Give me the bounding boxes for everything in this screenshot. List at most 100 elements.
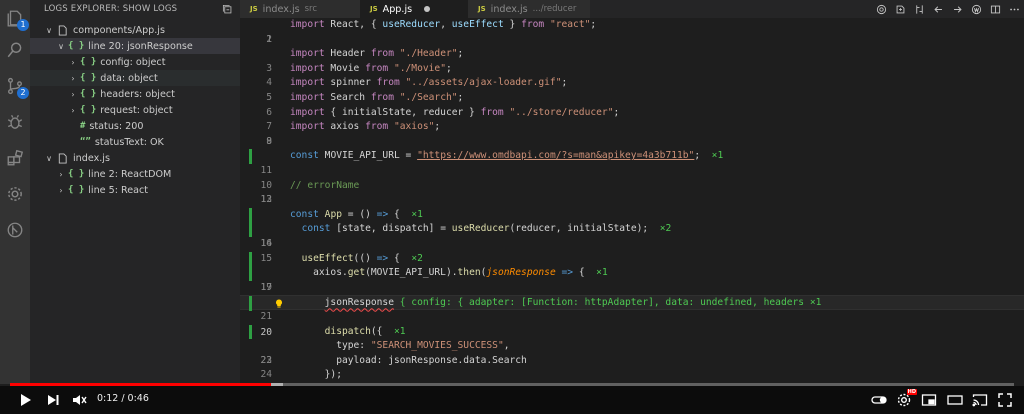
play-icon[interactable] (16, 391, 34, 409)
split-editor-icon[interactable] (986, 0, 1005, 18)
video-controls: 0:12/0:46 HD (0, 386, 1024, 414)
tree-item-label: components/App.js (73, 24, 165, 36)
tree-item-label: line 2: ReactDOM (88, 168, 172, 180)
arrow-right-icon[interactable] (948, 0, 967, 18)
fullscreen-icon[interactable] (996, 391, 1014, 409)
file-icon (58, 24, 67, 36)
tab-label: index.js (490, 3, 528, 15)
tree-item[interactable]: ∨ index.js (30, 150, 240, 166)
mute-icon[interactable] (70, 391, 88, 409)
braces-icon: { } (68, 41, 85, 51)
settings-gear-icon[interactable]: HD (895, 389, 917, 409)
tree-item-label: statusText: OK (94, 136, 164, 148)
explorer-badge: 1 (17, 19, 29, 31)
code-line: 17 useEffect(() => { ×2 (240, 251, 1024, 293)
chevron-right-icon[interactable]: › (68, 74, 78, 83)
tree-item[interactable]: ›{ } headers: object (30, 86, 240, 102)
gutter-coverage-marker (249, 251, 252, 267)
gutter-coverage-marker (249, 149, 252, 164)
tree-item-label: headers: object (100, 88, 175, 100)
tree-item[interactable]: ∨ components/App.js (30, 22, 240, 38)
tree-item-label: request: object (100, 104, 173, 116)
code-line: 13 (260, 194, 272, 206)
next-icon[interactable] (44, 391, 62, 409)
tab-path: .../reducer (532, 4, 577, 14)
hd-badge: HD (906, 389, 917, 395)
source-control-badge: 2 (17, 87, 29, 99)
tree-item[interactable]: ›{ } request: object (30, 102, 240, 118)
tree-item[interactable]: “” statusText: OK (30, 134, 240, 150)
chevron-down-icon[interactable]: ∨ (44, 26, 54, 35)
code-line: 25 }); (260, 369, 342, 384)
gutter-coverage-marker (249, 266, 252, 281)
wallaby-icon[interactable] (967, 0, 986, 18)
code-line: 24 payload: jsonResponse.data.Search (260, 354, 527, 381)
chevron-right-icon[interactable]: › (68, 58, 78, 67)
code-line: 23 type: "SEARCH_MOVIES_SUCCESS", (260, 340, 510, 366)
tab-index-js-reducer[interactable]: JS index.js .../reducer (468, 0, 590, 18)
sidebar-title: LOGS EXPLORER: SHOW LOGS (44, 4, 178, 14)
code-line: 21 (260, 311, 272, 322)
braces-icon: { } (80, 89, 97, 99)
tab-label: App.js (382, 3, 413, 15)
code-line: 1 import React, { useReducer, useEffect … (266, 19, 597, 45)
tree-item[interactable]: ›{ } line 5: React (30, 182, 240, 198)
chevron-down-icon[interactable]: ∨ (56, 42, 66, 51)
arrow-left-icon[interactable] (929, 0, 948, 18)
collapse-all-icon[interactable] (220, 2, 234, 16)
compare-icon[interactable] (910, 0, 929, 18)
tree-item[interactable]: # status: 200 (30, 118, 240, 134)
video-time: 0:12/0:46 (97, 393, 149, 404)
debug-icon[interactable] (5, 112, 25, 132)
remote-icon[interactable] (5, 220, 25, 240)
theater-mode-icon[interactable] (946, 391, 964, 409)
chevron-right-icon[interactable]: › (68, 90, 78, 99)
settings-icon[interactable] (5, 184, 25, 204)
tree-item[interactable]: ›{ } line 2: ReactDOM (30, 166, 240, 182)
braces-icon: { } (80, 105, 97, 115)
chevron-down-icon[interactable]: ∨ (44, 154, 54, 163)
js-file-icon: JS (478, 5, 486, 13)
code-line: 4 import Movie from "./Movie"; (266, 62, 452, 89)
code-line: 19 (260, 281, 272, 293)
number-icon: # (80, 121, 86, 131)
source-control-icon[interactable]: 2 (5, 76, 29, 99)
code-line: 15 const [state, dispatch] = useReducer(… (240, 222, 1024, 264)
time-separator: / (121, 393, 125, 404)
unsaved-dot-icon[interactable] (424, 6, 431, 12)
chevron-right-icon[interactable]: › (68, 106, 78, 115)
record-icon[interactable] (872, 0, 891, 18)
tab-app-js[interactable]: JS App.js (360, 0, 468, 18)
search-icon[interactable] (5, 40, 25, 60)
cast-icon[interactable] (971, 391, 989, 409)
more-actions-icon[interactable] (1005, 0, 1024, 18)
code-line: 14 const App = () => { ×1 (240, 207, 1024, 249)
code-line: 10 const MOVIE_API_URL = "https://www.om… (240, 149, 1024, 191)
tree-item[interactable]: ›{ } data: object (30, 70, 240, 86)
chevron-right-icon[interactable]: › (56, 170, 66, 179)
sync-icon[interactable] (891, 0, 910, 18)
tree-item-label: data: object (100, 72, 158, 84)
activity-bar: 1 2 (0, 0, 30, 384)
code-line: 22 dispatch({ ×1 (240, 324, 1024, 366)
autoplay-icon[interactable] (870, 391, 888, 409)
code-line: 9 (266, 135, 272, 147)
code-line: 3 import Header from "./Header"; (266, 48, 464, 74)
chevron-right-icon[interactable]: › (56, 186, 66, 195)
code-line: 2 (266, 33, 272, 45)
code-line-current: 20 jsonResponse { config: { adapter: [Fu… (240, 295, 1024, 338)
code-editor[interactable]: 1 import React, { useReducer, useEffect … (240, 18, 1024, 384)
lightbulb-icon[interactable] (275, 299, 283, 308)
tree-item-label: config: object (100, 56, 166, 68)
explorer-icon[interactable]: 1 (5, 8, 29, 31)
tree-item[interactable]: ∨{ } line 20: jsonResponse (30, 38, 240, 54)
miniplayer-icon[interactable] (920, 391, 938, 409)
js-file-icon: JS (370, 5, 378, 13)
tree-item[interactable]: ›{ } config: object (30, 54, 240, 70)
code-line: 8 import axios from "axios"; (266, 121, 441, 147)
code-line: 7 import { initialState, reducer } from … (266, 106, 620, 133)
code-line: 16 (260, 238, 272, 249)
braces-icon: { } (68, 169, 85, 179)
tab-index-js-src[interactable]: JS index.js src (240, 0, 360, 18)
extensions-icon[interactable] (5, 148, 25, 168)
